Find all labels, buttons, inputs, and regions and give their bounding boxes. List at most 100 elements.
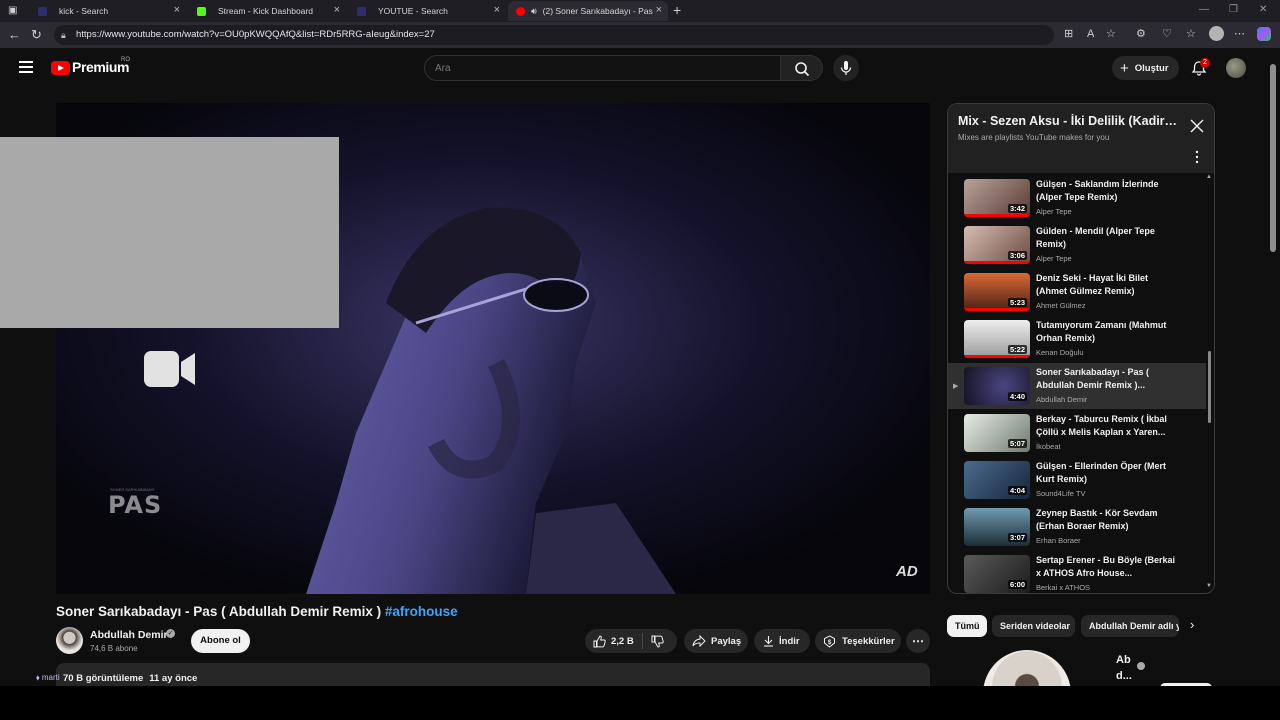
playlist-scrollbar-thumb[interactable] (1208, 351, 1211, 423)
duration-badge: 3:06 (1007, 251, 1027, 260)
menu-icon[interactable] (19, 61, 33, 73)
download-icon (764, 636, 773, 647)
playlist-item[interactable]: 5:23 Deniz Seki - Hayat İki Bilet (Ahmet… (948, 269, 1206, 315)
duration-badge: 6:00 (1007, 580, 1027, 589)
video-camera-icon (144, 351, 195, 387)
more-horizontal-icon: ⋯ (912, 634, 924, 648)
pas-logo: PAS (108, 491, 163, 519)
scroll-up-icon[interactable]: ▲ (1206, 174, 1212, 180)
speaker-icon[interactable]: 🔊︎ (531, 6, 537, 17)
playlist-item[interactable]: 3:42 Gülşen - Saklandım İzlerinde (Alper… (948, 175, 1206, 221)
country-code: RO (121, 57, 130, 63)
tab-kick-dashboard[interactable]: Stream - Kick Dashboard × (189, 1, 346, 21)
duration-badge: 5:23 (1007, 298, 1027, 307)
url-field[interactable]: 🔒︎ https://www.youtube.com/watch?v=OU0pK… (54, 25, 1054, 45)
favorite-star-icon[interactable]: ☆ (1106, 28, 1116, 40)
playlist-item-title: Sertap Erener - Bu Böyle (Berkai x ATHOS… (1036, 555, 1176, 578)
tab-actions-icon[interactable]: ▣ (8, 3, 17, 19)
playlist-item[interactable]: 6:00 Sertap Erener - Bu Böyle (Berkai x … (948, 551, 1206, 593)
url-text: https://www.youtube.com/watch?v=OU0pKWQQ… (76, 29, 435, 40)
verified-badge-icon: ✓ (166, 629, 175, 638)
playlist-item-title: Zeynep Bastık - Kör Sevdam (Erhan Boraer… (1036, 508, 1158, 531)
like-divider (641, 633, 643, 649)
dislike-button[interactable] (651, 635, 664, 648)
app-icon[interactable]: ⊞ (1064, 28, 1073, 40)
account-avatar[interactable] (1226, 58, 1246, 78)
more-vertical-icon[interactable] (1194, 150, 1200, 164)
maximize-icon[interactable]: ❐ (1229, 4, 1238, 15)
more-menu-icon[interactable]: ⋯ (1234, 28, 1245, 40)
view-stats: 70 B görüntüleme 11 ay önce (63, 673, 197, 684)
playlist-item[interactable]: 4:04 Gülşen - Ellerinden Öper (Mert Kurt… (948, 457, 1206, 503)
chip-all[interactable]: Tümü (947, 615, 987, 637)
playlist-thumbnail: 4:40 (964, 367, 1030, 405)
hashtag-link[interactable]: #afrohouse (385, 604, 458, 619)
thanks-button[interactable]: $ Teşekkürler (815, 629, 901, 653)
tab-youtube-video[interactable]: 🔊︎ (2) Soner Sarıkabadayı - Pas × (508, 1, 668, 21)
create-label: Oluştur (1134, 62, 1169, 74)
playlist-item-current[interactable]: ▶ 4:40 Soner Sarıkabadayı - Pas ( Abdull… (948, 363, 1206, 409)
subscribe-button[interactable]: Abone ol (191, 629, 250, 653)
extensions-icon[interactable]: ⚙ (1136, 28, 1146, 40)
browser-tab-bar: ▣ kick - Search × Stream - Kick Dashboar… (0, 0, 1280, 22)
channel-avatar[interactable] (56, 627, 83, 654)
playlist-thumbnail: 5:22 (964, 320, 1030, 358)
now-playing-icon: ▶ (953, 383, 959, 390)
chip-series[interactable]: Seriden videolar (992, 615, 1075, 637)
playlist-item[interactable]: 5:22 Tutamıyorum Zamanı (Mahmut Orhan Re… (948, 316, 1206, 362)
kick-favicon-icon (197, 6, 206, 16)
playlist-item[interactable]: 5:07 Berkay - Taburcu Remix ( İkbal Çöll… (948, 410, 1206, 456)
voice-search-button[interactable] (833, 55, 859, 81)
browser-essentials-icon[interactable]: ♡ (1162, 28, 1172, 40)
search-input[interactable] (424, 55, 781, 81)
playlist-item-channel: Alper Tepe (1036, 207, 1072, 216)
minimize-icon[interactable]: — (1199, 4, 1209, 15)
recommendation-title[interactable]: Ab d... (1116, 652, 1136, 684)
more-actions-button[interactable]: ⋯ (906, 629, 930, 653)
playlist-item-channel: Alper Tepe (1036, 254, 1072, 263)
tab-label: YOUTUE - Search (378, 6, 448, 16)
playlist-item-title: Soner Sarıkabadayı - Pas ( Abdullah Demi… (1036, 367, 1150, 390)
chevron-right-icon[interactable]: › (1190, 617, 1194, 632)
channel-watermark-logo[interactable]: AD (896, 563, 918, 580)
page-scrollbar-thumb[interactable] (1270, 64, 1276, 252)
thanks-label: Teşekkürler (842, 635, 895, 647)
new-tab-icon[interactable]: + (673, 2, 681, 18)
playlist-item[interactable]: 3:06 Gülden - Mendil (Alper Tepe Remix) … (948, 222, 1206, 268)
duration-badge: 5:07 (1007, 439, 1027, 448)
search-favicon-icon (357, 6, 366, 16)
collections-icon[interactable]: ☆ (1186, 28, 1196, 40)
reload-icon[interactable]: ↻ (31, 27, 42, 43)
close-window-icon[interactable]: ✕ (1259, 4, 1267, 15)
share-button[interactable]: Paylaş (684, 629, 748, 653)
playlist-thumbnail: 3:42 (964, 179, 1030, 217)
playlist-item-channel: Erhan Boraer (1036, 536, 1081, 545)
download-button[interactable]: İndir (754, 629, 810, 653)
create-button[interactable]: + Oluştur (1112, 56, 1179, 80)
channel-name[interactable]: Abdullah Demir (90, 629, 168, 641)
tab-youtube-search[interactable]: YOUTUE - Search × (349, 1, 506, 21)
download-label: İndir (779, 635, 800, 647)
chip-uploader[interactable]: Abdullah Demir adlı yükleyiciden (1081, 615, 1179, 637)
webcam-overlay-placeholder (0, 137, 339, 387)
like-button[interactable]: 2,2 B (585, 634, 634, 648)
close-tab-icon[interactable]: × (656, 5, 662, 16)
youtube-logo-icon[interactable] (51, 61, 70, 75)
close-tab-icon[interactable]: × (494, 5, 500, 16)
scroll-down-icon[interactable]: ▼ (1206, 583, 1212, 589)
subscriber-count: 74,6 B abone (90, 644, 138, 653)
close-tab-icon[interactable]: × (334, 5, 340, 16)
close-playlist-icon[interactable] (1189, 118, 1205, 134)
overlay-username-text: marti (41, 673, 60, 682)
search-button[interactable] (781, 55, 823, 81)
video-title: Soner Sarıkabadayı - Pas ( Abdullah Demi… (56, 604, 458, 619)
profile-avatar-icon[interactable] (1209, 26, 1224, 41)
tab-kick-search[interactable]: kick - Search × (30, 1, 186, 21)
read-aloud-icon[interactable]: A (1087, 28, 1094, 40)
chat-overlay-username: ⬧ marti (36, 673, 60, 682)
copilot-icon[interactable] (1257, 27, 1271, 41)
playlist-title[interactable]: Mix - Sezen Aksu - İki Delilik (Kadir Bu… (958, 114, 1180, 128)
close-tab-icon[interactable]: × (174, 5, 180, 16)
playlist-item[interactable]: 3:07 Zeynep Bastık - Kör Sevdam (Erhan B… (948, 504, 1206, 550)
back-icon[interactable]: ← (8, 27, 21, 43)
